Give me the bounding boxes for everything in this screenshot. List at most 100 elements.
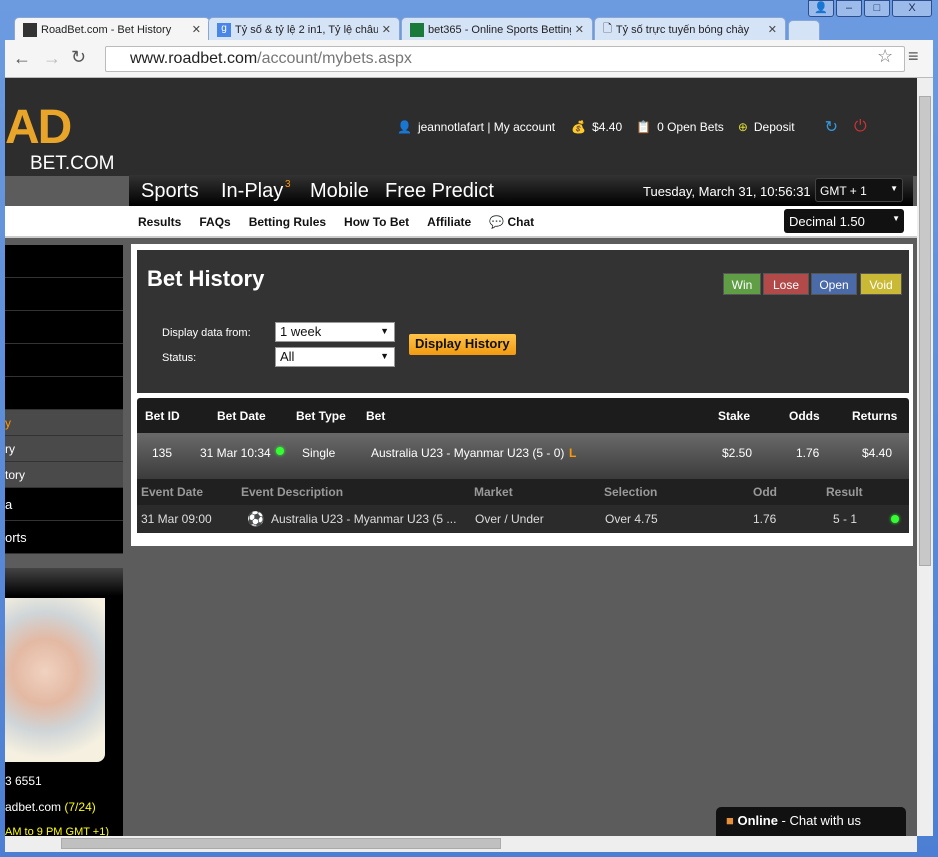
money-bag-icon: 💰: [571, 120, 587, 134]
sidebar-item[interactable]: tory: [5, 462, 123, 488]
sidebar-item[interactable]: [5, 311, 123, 344]
status-label: Status:: [162, 352, 197, 364]
table-row[interactable]: 135 31 Mar 10:34 Single Australia U23 - …: [137, 433, 909, 479]
page-title: Bet History: [147, 266, 265, 291]
status-dot: [276, 447, 284, 455]
sidebar-item[interactable]: ry: [5, 436, 123, 462]
timezone-select[interactable]: GMT + 1 ▼: [815, 178, 903, 202]
sidebar-item[interactable]: [5, 278, 123, 311]
nav-free-predict[interactable]: Free Predict: [385, 180, 494, 203]
bookmark-star-icon[interactable]: ☆: [877, 46, 893, 67]
sub-nav: Results FAQs Betting Rules How To Bet Af…: [5, 206, 917, 238]
tab-baseball[interactable]: 🗋 Tỷ số trực tuyến bóng chày ✕: [594, 17, 786, 41]
browser-toolbar: ← → ↻ www.roadbet.com/account/mybets.asp…: [5, 40, 933, 78]
nav-mobile[interactable]: Mobile: [310, 180, 369, 203]
new-tab-button[interactable]: [788, 20, 820, 40]
status-select[interactable]: All: [275, 347, 395, 367]
chevron-down-icon: ▼: [892, 214, 900, 223]
logo[interactable]: AD: [5, 100, 72, 155]
link-affiliate[interactable]: Affiliate: [427, 215, 471, 229]
support-hours: AM to 9 PM GMT +1): [5, 826, 110, 836]
tab-bet365[interactable]: bet365 - Online Sports Betting ✕: [401, 17, 593, 41]
detail-row: 31 Mar 09:00 ⚽ Australia U23 - Myanmar U…: [137, 505, 909, 533]
support-agent-photo: [5, 598, 105, 762]
sidebar-item[interactable]: [5, 245, 123, 278]
legend-open: Open: [811, 273, 857, 295]
support-panel: 3 6551 adbet.com (7/24) AM to 9 PM GMT +…: [5, 568, 123, 836]
site-header: AD BET.COM 👤 jeannotlafart | My account 💰…: [5, 78, 917, 176]
user-icon[interactable]: 👤: [808, 0, 834, 17]
sidebar: y ry tory a orts: [5, 245, 123, 554]
bets-table-header: Bet ID Bet Date Bet Type Bet Stake Odds …: [137, 398, 909, 433]
logout-icon[interactable]: ⏻: [854, 118, 867, 136]
display-from-select[interactable]: 1 week: [275, 322, 395, 342]
sidebar-item[interactable]: a: [5, 488, 123, 521]
scroll-thumb[interactable]: [919, 96, 931, 566]
account-bar: 👤 jeannotlafart | My account 💰 $4.40 📋 0 Op…: [397, 117, 867, 137]
link-how-to-bet[interactable]: How To Bet: [344, 215, 409, 229]
support-phone: 3 6551: [5, 774, 42, 788]
display-history-button[interactable]: Display History: [409, 334, 516, 355]
legend-void: Void: [860, 273, 902, 295]
window-controls: 👤 – □ X: [808, 0, 932, 17]
display-from-label: Display data from:: [162, 327, 251, 339]
sidebar-item[interactable]: [5, 377, 123, 410]
user-icon: 👤: [397, 120, 412, 134]
chat-bubble-icon: ■: [726, 813, 734, 828]
open-bets-link[interactable]: 0 Open Bets: [657, 120, 724, 134]
tab-roadbet[interactable]: RoadBet.com - Bet History ✕: [14, 17, 210, 41]
legend-win: Win: [723, 273, 761, 295]
result-dot: [891, 515, 899, 523]
bet-history-panel: Bet History Win Lose Open Void Display d…: [131, 244, 913, 546]
deposit-link[interactable]: Deposit: [754, 120, 795, 134]
link-faqs[interactable]: FAQs: [199, 215, 230, 229]
clock: Tuesday, March 31, 10:56:31: [643, 184, 811, 199]
live-chat-widget[interactable]: ■ Online - Chat with us: [716, 807, 906, 836]
odds-format-select[interactable]: Decimal 1.50 ▼: [784, 209, 904, 233]
close-tab-icon[interactable]: ✕: [382, 23, 391, 36]
soccer-ball-icon: ⚽: [247, 510, 265, 527]
main-nav: Sports In-Play 3 Mobile Free Predict Tue…: [129, 175, 913, 206]
deposit-icon: ⊕: [737, 120, 748, 134]
close-tab-icon[interactable]: ✕: [192, 23, 201, 36]
refresh-icon[interactable]: ↻: [825, 117, 838, 137]
nav-sports[interactable]: Sports: [141, 180, 199, 203]
sidebar-item[interactable]: orts: [5, 521, 123, 554]
support-email[interactable]: adbet.com (7/24): [5, 800, 123, 814]
sidebar-item[interactable]: [5, 344, 123, 377]
close-window-button[interactable]: X: [892, 0, 932, 17]
maximize-button[interactable]: □: [864, 0, 890, 17]
chevron-down-icon: ▼: [890, 184, 898, 193]
balance: $4.40: [592, 120, 623, 134]
filter-panel: Bet History Win Lose Open Void Display d…: [137, 250, 909, 393]
close-tab-icon[interactable]: ✕: [768, 23, 777, 36]
legend-lose: Lose: [763, 273, 809, 295]
scroll-thumb[interactable]: [61, 838, 501, 849]
address-bar[interactable]: www.roadbet.com/account/mybets.aspx: [105, 46, 905, 72]
link-betting-rules[interactable]: Betting Rules: [249, 215, 326, 229]
horizontal-scrollbar[interactable]: [5, 836, 917, 852]
tab-google[interactable]: g Tỷ số & tỷ lệ 2 in1, Tỷ lệ châu ✕: [208, 17, 400, 41]
minimize-button[interactable]: –: [836, 0, 862, 17]
web-page: AD BET.COM 👤 jeannotlafart | My account 💰…: [5, 78, 917, 836]
my-account-link[interactable]: jeannotlafart | My account: [418, 120, 555, 134]
menu-icon[interactable]: ≡: [908, 46, 919, 67]
bet365-icon: [410, 22, 424, 37]
google-icon: g: [217, 22, 231, 37]
detail-header: Event Date Event Description Market Sele…: [137, 479, 909, 505]
lose-flag: L: [569, 446, 577, 460]
forward-icon[interactable]: →: [43, 48, 61, 69]
favicon-icon: [23, 22, 37, 37]
inplay-count: 3: [285, 179, 291, 190]
reload-icon[interactable]: ↻: [71, 47, 86, 68]
sidebar-item[interactable]: y: [5, 410, 123, 436]
chat-bubble-icon: 💬: [489, 215, 505, 229]
clipboard-icon: 📋: [636, 120, 652, 134]
back-icon[interactable]: ←: [13, 48, 31, 69]
link-results[interactable]: Results: [138, 215, 181, 229]
link-chat[interactable]: 💬 Chat: [489, 215, 534, 229]
close-tab-icon[interactable]: ✕: [575, 23, 584, 36]
vertical-scrollbar[interactable]: [917, 78, 933, 836]
logo-text: BET.COM: [30, 153, 115, 174]
nav-inplay[interactable]: In-Play: [221, 180, 283, 203]
